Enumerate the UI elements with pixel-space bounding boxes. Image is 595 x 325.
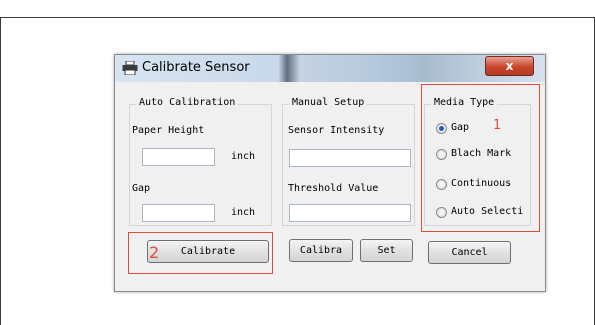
manual-setup-label: Manual Setup [289, 97, 368, 108]
dialog-title: Calibrate Sensor [142, 60, 250, 75]
threshold-value-input[interactable] [289, 204, 411, 222]
gap-label: Gap [132, 183, 151, 194]
paper-height-label: Paper Height [132, 125, 205, 136]
threshold-value-label: Threshold Value [288, 183, 379, 194]
paper-height-unit: inch [231, 151, 256, 162]
auto-calibration-group: Auto Calibration Paper Height inch Gap i… [129, 97, 272, 226]
annotation-marker-1: 1 [493, 118, 502, 133]
title-bar[interactable]: Calibrate Sensor x [115, 55, 545, 82]
calibrate-sensor-dialog: Calibrate Sensor x Auto Calibration Pape… [114, 54, 546, 292]
set-button[interactable]: Set [360, 239, 413, 262]
gap-input[interactable] [142, 204, 215, 222]
manual-setup-group: Manual Setup Sensor Intensity Threshold … [282, 97, 415, 226]
manual-calibrate-button[interactable]: Calibra [289, 239, 353, 262]
close-button[interactable]: x [485, 56, 534, 76]
annotation-marker-2: 2 [149, 243, 160, 262]
paper-height-input[interactable] [142, 148, 215, 166]
page-left-border [0, 17, 1, 325]
sensor-intensity-label: Sensor Intensity [288, 125, 385, 136]
annotation-box-media-type [421, 84, 540, 232]
sensor-intensity-input[interactable] [289, 149, 411, 167]
gap-unit: inch [231, 207, 256, 218]
cancel-button[interactable]: Cancel [428, 241, 511, 264]
printer-icon [122, 61, 138, 75]
auto-calibration-label: Auto Calibration [136, 97, 239, 108]
page-top-border [0, 0, 595, 18]
